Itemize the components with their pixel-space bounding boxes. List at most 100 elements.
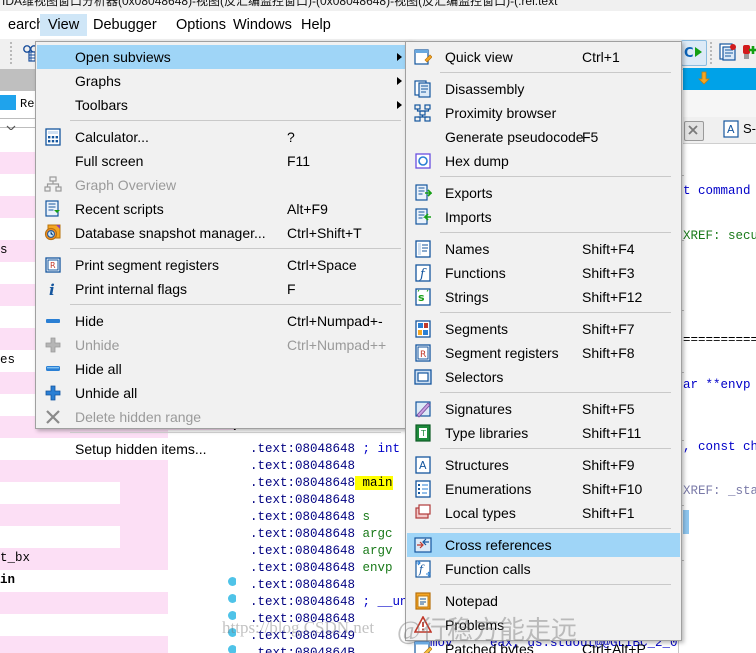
quickview-icon — [414, 48, 432, 66]
menu-item-graphs[interactable]: Graphs — [37, 69, 410, 93]
typelib-icon: T — [414, 424, 432, 442]
menu-item-database-snapshot-manager[interactable]: Database snapshot manager... Ctrl+Shift+T — [37, 221, 410, 245]
close-icon[interactable] — [684, 121, 704, 141]
menu-item-open-subviews[interactable]: Open subviews — [37, 45, 410, 69]
view-dropdown-menu[interactable]: Open subviews Graphs Toolbars Calculator...… — [35, 41, 412, 457]
menu-item-setup-hidden-items[interactable]: Setup hidden items... — [37, 437, 410, 461]
disassembly-line[interactable]: .text:08048648 envp — [250, 560, 393, 577]
menu-item-exports[interactable]: Exports — [407, 181, 680, 205]
menu-item-segments[interactable]: Segments Shift+F7 — [407, 317, 680, 341]
menu-item-signatures[interactable]: Signatures Shift+F5 — [407, 397, 680, 421]
menu-item-label: Type libraries — [445, 425, 529, 441]
menu-item-notepad[interactable]: Notepad — [407, 589, 680, 613]
menu-separator — [440, 584, 671, 585]
menu-item-function-calls[interactable]: f Function calls — [407, 557, 680, 581]
menu-item-generate-pseudocode[interactable]: Generate pseudocode F5 — [407, 125, 680, 149]
list-item[interactable]: t_bx — [0, 548, 120, 570]
x-gray-icon — [44, 408, 62, 426]
menu-item-functions[interactable]: f Functions Shift+F3 — [407, 261, 680, 285]
disassembly-line[interactable]: .text:0804864B — [250, 645, 355, 653]
menu-separator — [440, 72, 671, 73]
menu-item-structures[interactable]: A Structures Shift+F9 — [407, 453, 680, 477]
menu-item-patched-bytes[interactable]: Patched bytes Ctrl+Alt+P — [407, 637, 680, 653]
menu-item-unhide-all[interactable]: Unhide all — [37, 381, 410, 405]
menu-item-label: Names — [445, 241, 490, 257]
list-item[interactable] — [0, 526, 120, 548]
down-arrow-icon — [698, 71, 710, 85]
list-item[interactable] — [0, 504, 120, 526]
open-subviews-submenu[interactable]: Quick view Ctrl+1 Disassembly Proximity bro… — [405, 41, 682, 653]
menubar-item-debugger[interactable]: Debugger — [85, 14, 165, 36]
menu-item-imports[interactable]: Imports — [407, 205, 680, 229]
menu-item-type-libraries[interactable]: T Type libraries Shift+F11 — [407, 421, 680, 445]
menu-item-local-types[interactable]: Local types Shift+F1 — [407, 501, 680, 525]
menu-item-calculator[interactable]: Calculator...? — [37, 125, 410, 149]
menu-item-disassembly[interactable]: Disassembly — [407, 77, 680, 101]
chevron-down-icon[interactable] — [6, 119, 16, 131]
disassembly-line[interactable]: .text:08048648 argc — [250, 526, 393, 543]
menu-item-hex-dump[interactable]: Hex dump — [407, 149, 680, 173]
menu-item-segment-registers[interactable]: R Segment registers Shift+F8 — [407, 341, 680, 365]
menu-item-names[interactable]: Names Shift+F4 — [407, 237, 680, 261]
menu-item-print-segment-registers[interactable]: R Print segment registers Ctrl+Space — [37, 253, 410, 277]
disassembly-line[interactable]: .text:08048649 — [250, 628, 355, 645]
x-gray-icon — [44, 408, 62, 426]
menu-item-hide[interactable]: Hide Ctrl+Numpad+- — [37, 309, 410, 333]
disassembly-line[interactable]: .text:08048648 ; __unw — [250, 594, 415, 611]
toolbar-grip[interactable] — [10, 42, 12, 66]
menu-item-proximity-browser[interactable]: Proximity browser — [407, 101, 680, 125]
toolbar-grip[interactable] — [710, 42, 712, 66]
menu-item-label: Problems — [445, 617, 505, 633]
menu-item-label: Local types — [445, 505, 516, 521]
menubar-item-windows[interactable]: Windows — [225, 14, 300, 36]
menu-item-toolbars[interactable]: Toolbars — [37, 93, 410, 117]
disassembly-line[interactable]: .text:08048648 — [250, 492, 355, 509]
menu-item-enumerations[interactable]: Enumerations Shift+F10 — [407, 477, 680, 501]
menu-item-hide-all[interactable]: Hide all — [37, 357, 410, 381]
disassembly-line[interactable]: .text:08048648 — [250, 577, 355, 594]
menu-item-print-internal-flags[interactable]: i Print internal flags F — [37, 277, 410, 301]
svg-text:C: C — [684, 46, 694, 61]
disassembly-line[interactable]: .text:08048648 main — [250, 475, 393, 492]
menu-item-label: Disassembly — [445, 81, 525, 97]
menu-item-selectors[interactable]: Selectors — [407, 365, 680, 389]
plus-gray-icon — [44, 336, 62, 354]
list-item[interactable]: in — [0, 570, 120, 592]
svg-text:R: R — [50, 261, 56, 270]
menubar-item-view[interactable]: View — [40, 14, 88, 36]
menu-item-label: Graph Overview — [75, 177, 177, 193]
menu-item-quick-view[interactable]: Quick view Ctrl+1 — [407, 45, 680, 69]
menu-separator — [440, 448, 671, 449]
list-item-label: s — [0, 243, 8, 257]
menu-item-problems[interactable]: Problems — [407, 613, 680, 637]
list-item[interactable] — [0, 614, 120, 636]
graph-overview-icon — [44, 176, 62, 194]
list-item[interactable] — [0, 482, 120, 504]
structures-icon[interactable]: A — [722, 120, 740, 138]
menu-item-label: Setup hidden items... — [75, 441, 207, 457]
disasm-icon — [414, 80, 432, 98]
line-text: argc — [355, 527, 393, 541]
active-tab-highlight[interactable] — [683, 68, 756, 90]
add-breakpoint-icon[interactable] — [740, 42, 756, 62]
svg-text:A: A — [419, 459, 427, 472]
segments-icon — [414, 320, 432, 338]
list-item[interactable] — [0, 636, 120, 653]
continue-run-button[interactable]: C — [681, 40, 707, 66]
right-disassembly-fragment[interactable]: t command ; XREF: secu =========== ar **env… — [683, 145, 756, 653]
menu-item-recent-scripts[interactable]: Recent scripts Alt+F9 — [37, 197, 410, 221]
plus-blue-icon — [44, 384, 62, 402]
menu-item-strings[interactable]: s Strings Shift+F12 — [407, 285, 680, 309]
breakpoint-list-icon[interactable] — [718, 42, 738, 62]
list-item[interactable] — [0, 460, 120, 482]
menu-item-full-screen[interactable]: Full screen F11 — [37, 149, 410, 173]
disassembly-line[interactable]: .text:08048648 s — [250, 509, 370, 526]
disassembly-line[interactable]: .text:08048648 — [250, 611, 355, 628]
menu-item-cross-references[interactable]: Cross references — [407, 533, 680, 557]
disassembly-line[interactable]: .text:08048648 argv — [250, 543, 393, 560]
menu-item-shortcut: Shift+F3 — [582, 265, 635, 281]
menu-item-label: Structures — [445, 457, 509, 473]
menubar-item-help[interactable]: Help — [293, 14, 339, 36]
menu-item-shortcut: F5 — [582, 129, 599, 145]
list-item[interactable] — [0, 592, 120, 614]
